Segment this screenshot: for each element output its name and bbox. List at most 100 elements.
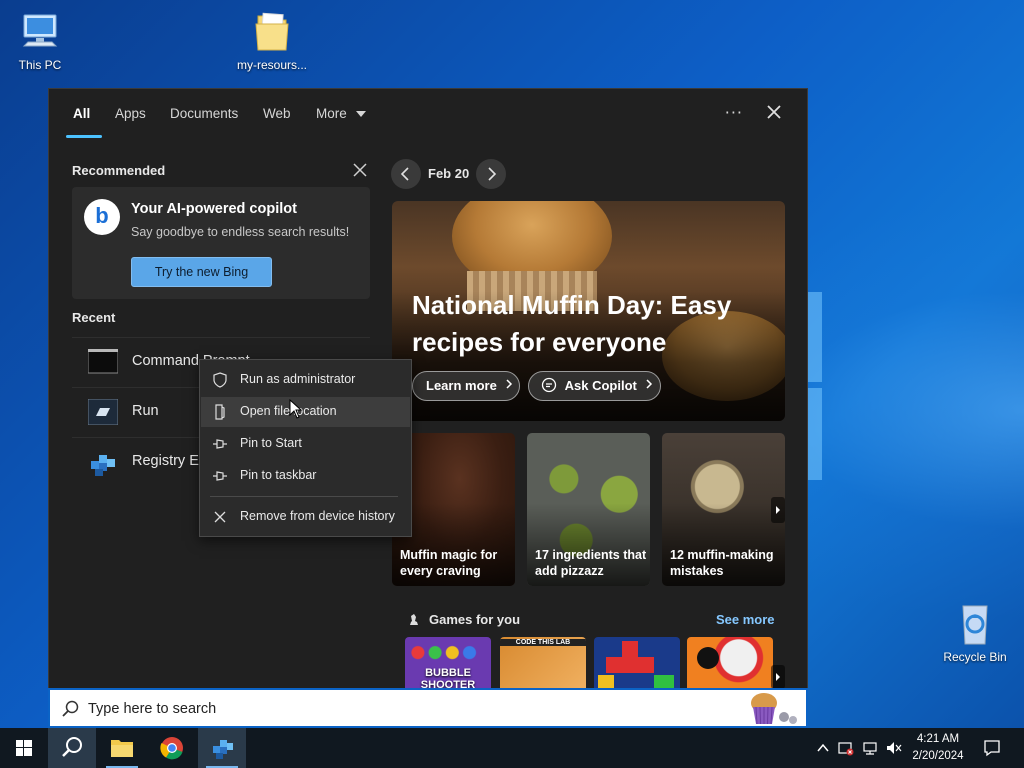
menu-separator	[210, 496, 398, 497]
chevron-right-icon	[646, 379, 653, 389]
recommended-heading: Recommended	[72, 163, 166, 178]
menu-item-label: Pin to Start	[240, 436, 302, 450]
run-icon	[87, 398, 119, 426]
ask-copilot-label: Ask Copilot	[564, 378, 637, 393]
game-tile-blocks[interactable]	[594, 637, 680, 689]
network-icon[interactable]	[862, 740, 878, 756]
windows-logo-icon	[16, 740, 32, 756]
security-alert-icon[interactable]	[838, 740, 854, 756]
block-art	[622, 641, 638, 657]
search-icon	[62, 737, 82, 757]
recent-heading: Recent	[72, 310, 116, 325]
story-card-title: Muffin magic for every craving	[400, 548, 498, 578]
wallpaper-logo-pane	[808, 388, 822, 480]
taskbar-clock[interactable]: 4:21 AM 2/20/2024	[906, 731, 970, 765]
tab-more[interactable]: More	[316, 103, 367, 127]
close-flyout-button[interactable]	[763, 101, 785, 123]
games-heading: Games for you	[429, 612, 521, 627]
learn-more-button[interactable]: Learn more	[412, 371, 520, 401]
game-tile-stickman[interactable]	[687, 637, 773, 689]
taskbar-search-box[interactable]	[48, 688, 808, 728]
volume-muted-icon[interactable]	[886, 740, 902, 756]
desktop-icon-folder[interactable]: my-resours...	[232, 10, 312, 72]
game-tile-chess[interactable]: CODE THIS LAB	[500, 637, 586, 689]
chevron-right-icon	[776, 673, 780, 681]
ask-copilot-button[interactable]: Ask Copilot	[528, 371, 661, 401]
dismiss-recommended-button[interactable]	[351, 161, 369, 179]
close-icon	[214, 511, 226, 523]
clock-date: 2/20/2024	[912, 750, 964, 762]
block-art	[606, 657, 654, 673]
caret-down-icon	[355, 111, 366, 118]
registry-editor-icon	[88, 449, 118, 476]
wallpaper-logo-pane	[808, 292, 822, 382]
feed-date: Feb 20	[428, 166, 470, 181]
block-art	[598, 675, 614, 689]
chevron-right-icon	[776, 506, 780, 514]
folder-icon	[250, 10, 294, 54]
tab-more-label: More	[316, 106, 347, 121]
story-card-title: 17 ingredients that add pizzazz	[535, 548, 647, 578]
context-menu: Run as administrator Open file location …	[199, 359, 412, 537]
filter-tabs: All Apps Documents Web More ···	[49, 89, 807, 139]
menu-item-label: Remove from device history	[240, 509, 395, 523]
cards-next-button[interactable]	[771, 497, 785, 523]
pin-icon	[213, 439, 227, 449]
tab-web[interactable]: Web	[263, 103, 291, 127]
search-input[interactable]	[88, 696, 688, 722]
muffin-doodle-icon	[751, 693, 797, 725]
tab-all[interactable]: All	[73, 103, 90, 127]
taskbar-search-button[interactable]	[48, 728, 96, 768]
close-icon	[767, 105, 781, 119]
menu-item-label: Pin to taskbar	[240, 468, 317, 482]
game-tile-bubble-shooter[interactable]: BUBBLE SHOOTER	[405, 637, 491, 689]
next-day-button[interactable]	[476, 159, 506, 189]
menu-item-label: Run as administrator	[240, 372, 356, 386]
chrome-icon	[160, 737, 183, 760]
copilot-promo-card: b Your AI-powered copilot Say goodbye to…	[72, 187, 370, 299]
recycle-bin-icon	[953, 602, 997, 646]
computer-icon	[18, 10, 62, 54]
tab-apps[interactable]: Apps	[115, 103, 146, 127]
active-tab-indicator	[66, 135, 102, 138]
hero-story-card[interactable]: National Muffin Day: Easy recipes for ev…	[392, 201, 785, 421]
desktop-icon-label: Recycle Bin	[943, 650, 1007, 664]
see-more-games-link[interactable]: See more	[716, 612, 775, 627]
more-options-button[interactable]: ···	[725, 103, 743, 122]
desktop-icon-recycle-bin[interactable]: Recycle Bin	[935, 602, 1015, 664]
menu-item-pin-to-start[interactable]: Pin to Start	[201, 429, 410, 459]
taskbar-chrome[interactable]	[148, 728, 196, 768]
mouse-cursor-icon	[289, 399, 303, 419]
chevron-right-icon	[488, 167, 497, 181]
menu-item-run-as-admin[interactable]: Run as administrator	[201, 365, 410, 395]
games-next-button[interactable]	[771, 665, 785, 689]
taskbar-registry-editor[interactable]	[198, 728, 246, 768]
desktop-icon-this-pc[interactable]: This PC	[0, 10, 80, 72]
taskbar-file-explorer[interactable]	[98, 728, 146, 768]
search-icon	[62, 700, 79, 717]
shield-icon	[213, 372, 227, 388]
bing-logo-icon: b	[84, 199, 120, 235]
game-tile-label: CODE THIS LAB	[500, 639, 586, 646]
close-icon	[353, 163, 367, 177]
registry-editor-icon	[213, 740, 233, 759]
clock-time: 4:21 AM	[916, 733, 960, 745]
learn-more-label: Learn more	[426, 378, 497, 393]
story-card-muffin-mistakes[interactable]: 12 muffin-making mistakes	[662, 433, 785, 586]
notifications-icon[interactable]	[983, 739, 1001, 757]
block-art	[654, 675, 674, 689]
try-bing-button[interactable]: Try the new Bing	[131, 257, 272, 287]
start-button[interactable]	[0, 728, 48, 768]
folder-icon	[111, 740, 133, 757]
story-card-17-ingredients[interactable]: 17 ingredients that add pizzazz	[527, 433, 650, 586]
stickman-art	[697, 647, 719, 669]
chess-icon	[410, 614, 418, 625]
pin-icon	[213, 471, 227, 481]
previous-day-button[interactable]	[391, 159, 421, 189]
menu-item-open-file-location[interactable]: Open file location	[201, 397, 410, 427]
menu-item-pin-to-taskbar[interactable]: Pin to taskbar	[201, 461, 410, 491]
chevron-up-icon[interactable]	[815, 740, 831, 756]
chevron-right-icon	[506, 379, 513, 389]
menu-item-remove-history[interactable]: Remove from device history	[201, 502, 410, 532]
tab-documents[interactable]: Documents	[170, 103, 238, 127]
